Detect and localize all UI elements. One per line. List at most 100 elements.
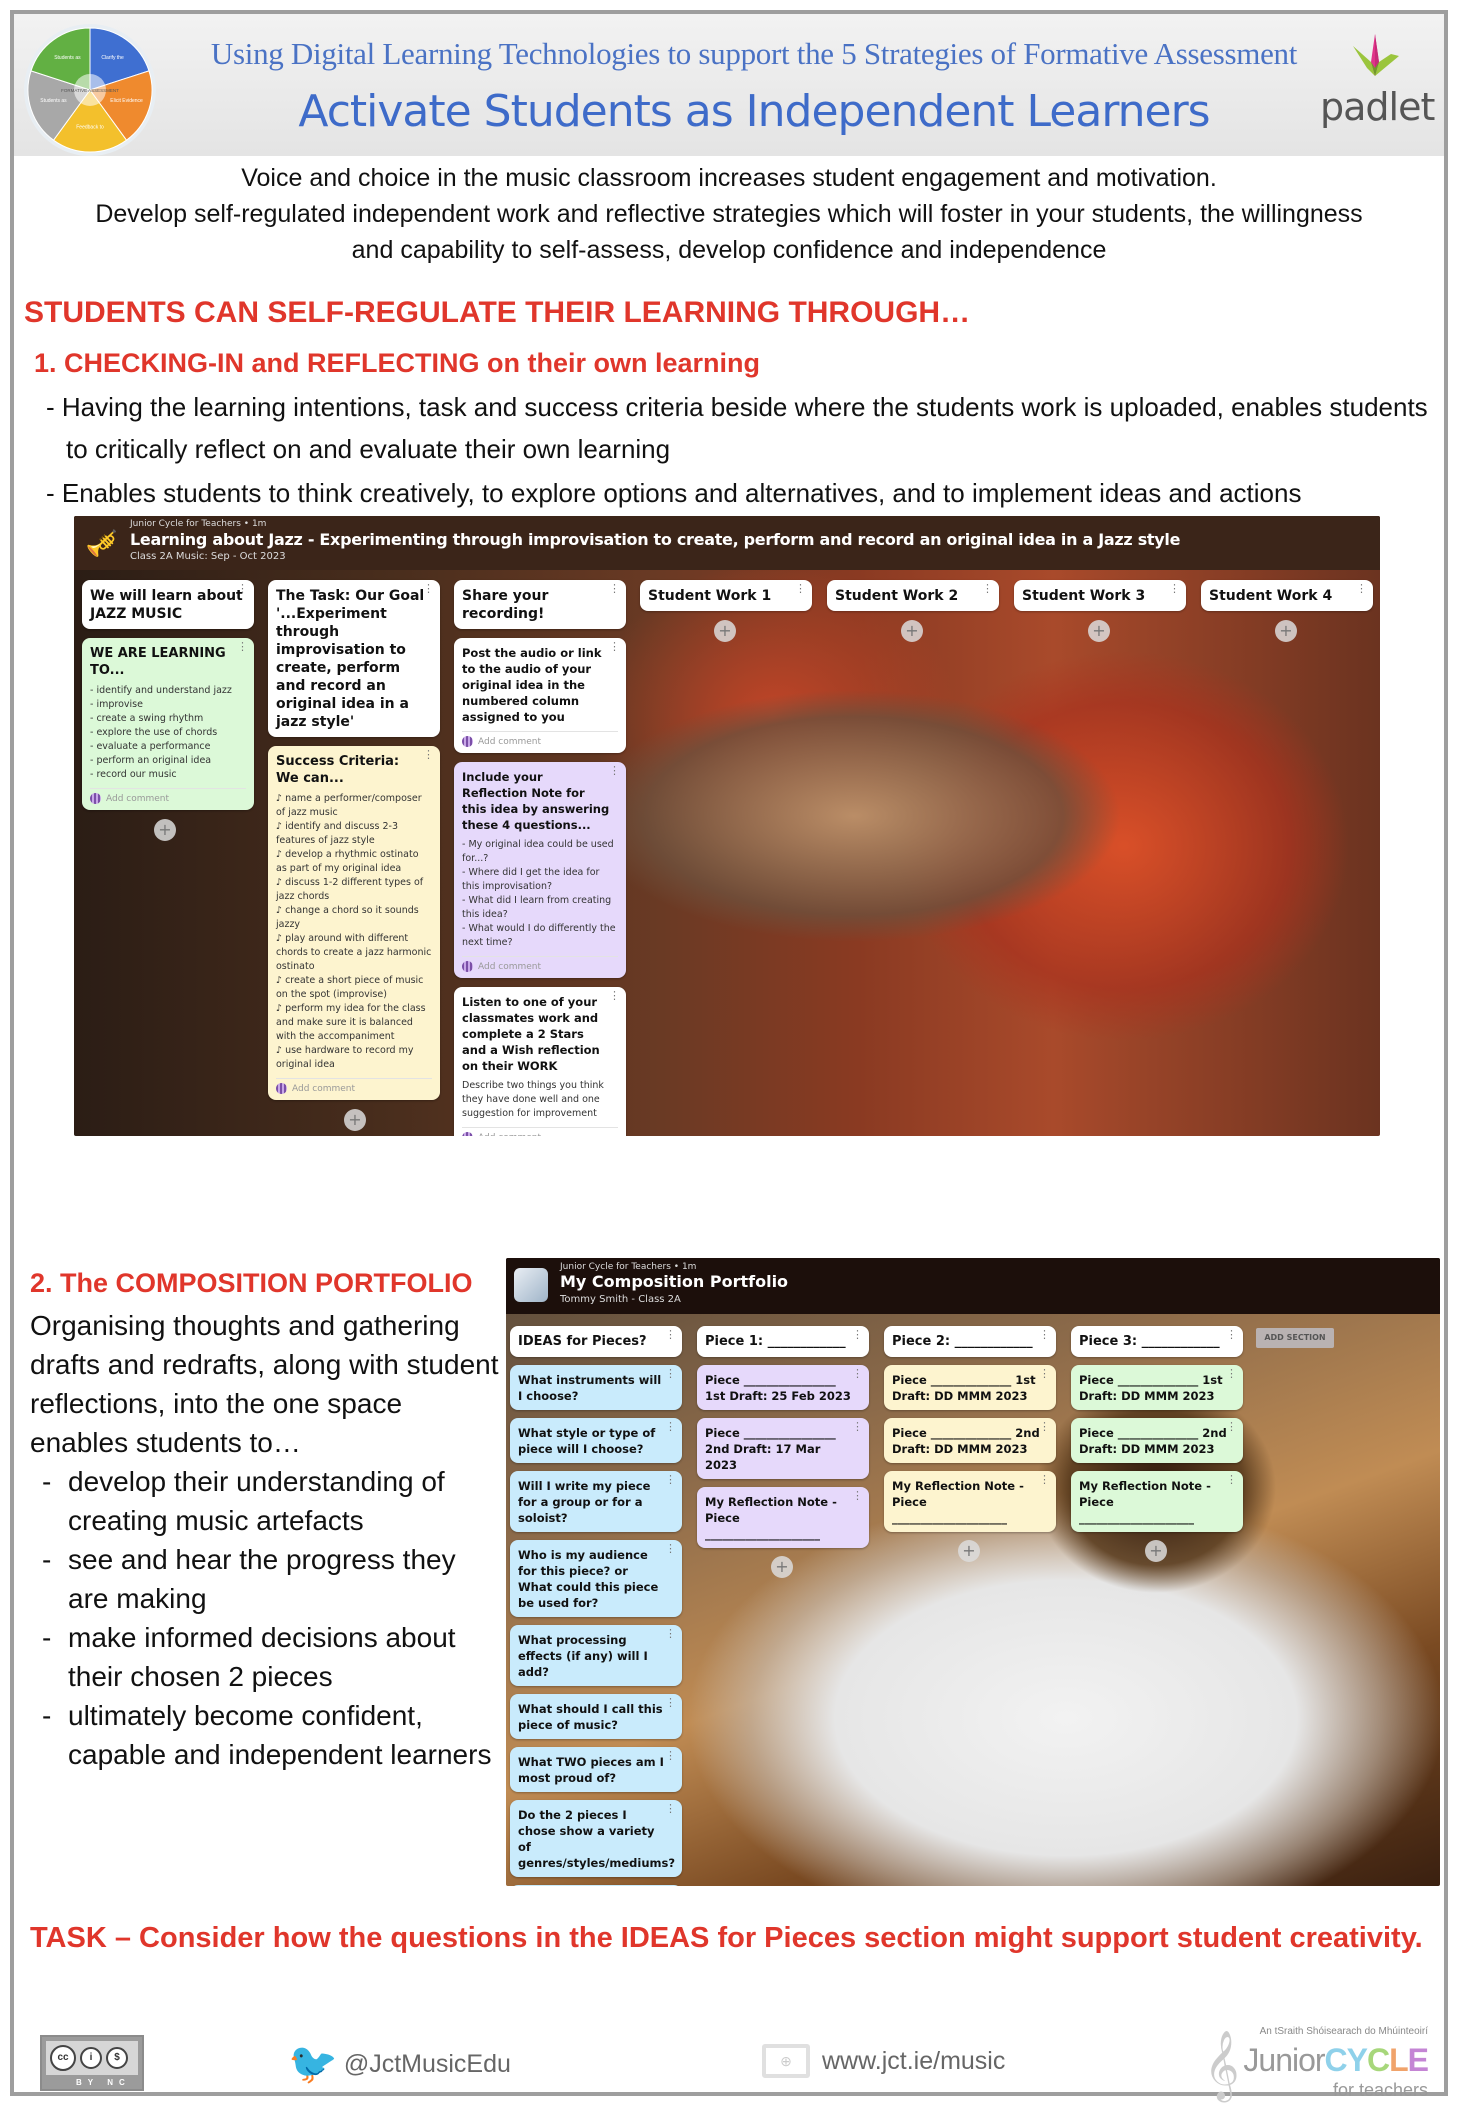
- more-options-icon[interactable]: ⋮: [1039, 1329, 1050, 1340]
- section-header-card[interactable]: ⋮ Student Work 4: [1201, 580, 1373, 611]
- post-card[interactable]: ⋮ Piece ______________ 2nd Draft: DD MMM …: [884, 1418, 1056, 1463]
- more-options-icon[interactable]: ⋮: [852, 1368, 863, 1379]
- junior-cycle-logo: 𝄞 An tSraith Shóisearach do Mhúinteoirí …: [1198, 2026, 1438, 2106]
- add-comment-button[interactable]: Add comment: [462, 731, 618, 747]
- more-options-icon[interactable]: ⋮: [665, 1543, 676, 1554]
- post-card[interactable]: ⋮ What should I call this piece of music?: [510, 1694, 682, 1739]
- post-card[interactable]: ⋮ Who is my audience for this piece? or W…: [510, 1540, 682, 1617]
- post-line: - My original idea could be used for...?: [462, 839, 614, 864]
- more-options-icon[interactable]: ⋮: [982, 583, 993, 594]
- more-options-icon[interactable]: ⋮: [609, 990, 620, 1001]
- add-post-button[interactable]: +: [714, 620, 736, 642]
- add-comment-button[interactable]: Add comment: [462, 956, 618, 972]
- add-comment-button[interactable]: Add comment: [462, 1127, 618, 1136]
- section-header-card[interactable]: ⋮ Student Work 1: [640, 580, 812, 611]
- section-header-card[interactable]: ⋮ The Task: Our Goal '...Experiment thro…: [268, 580, 440, 737]
- post-line: - What did I learn from creating this id…: [462, 895, 612, 920]
- section-header-card[interactable]: ⋮ Share your recording!: [454, 580, 626, 629]
- post-card[interactable]: ⋮ Piece ______________ 1st Draft: DD MMM …: [884, 1365, 1056, 1410]
- more-options-icon[interactable]: ⋮: [1169, 583, 1180, 594]
- more-options-icon[interactable]: ⋮: [852, 1329, 863, 1340]
- post-card[interactable]: ⋮ Listen to one of your classmates work …: [454, 987, 626, 1136]
- add-section-button[interactable]: ADD SECTION: [1256, 1328, 1334, 1348]
- more-options-icon[interactable]: ⋮: [665, 1697, 676, 1708]
- post-card[interactable]: ⋮ My Reflection Note - Piece ____________…: [1071, 1471, 1243, 1532]
- more-options-icon[interactable]: ⋮: [665, 1368, 676, 1379]
- twitter-handle[interactable]: 🐦 @JctMusicEdu: [288, 2044, 511, 2084]
- more-options-icon[interactable]: ⋮: [665, 1329, 676, 1340]
- more-options-icon[interactable]: ⋮: [665, 1421, 676, 1432]
- add-post-button[interactable]: +: [1145, 1540, 1167, 1562]
- section-header-card[interactable]: ⋮ Piece 2: ____________: [884, 1326, 1056, 1357]
- more-options-icon[interactable]: ⋮: [665, 1474, 676, 1485]
- section-header-card[interactable]: ⋮ Piece 1: ____________: [697, 1326, 869, 1357]
- more-options-icon[interactable]: ⋮: [423, 583, 434, 594]
- more-options-icon[interactable]: ⋮: [665, 1750, 676, 1761]
- post-title: Post the audio or link to the audio of y…: [462, 646, 602, 724]
- more-options-icon[interactable]: ⋮: [665, 1628, 676, 1639]
- more-options-icon[interactable]: ⋮: [609, 583, 620, 594]
- avatar: [462, 736, 473, 747]
- add-post-button[interactable]: +: [901, 620, 923, 642]
- add-post-button[interactable]: +: [1275, 620, 1297, 642]
- more-options-icon[interactable]: ⋮: [609, 765, 620, 776]
- post-card[interactable]: ⋮ What instruments will I choose?: [510, 1365, 682, 1410]
- more-options-icon[interactable]: ⋮: [665, 1803, 676, 1814]
- bullet-item: - develop their understanding of creating…: [42, 1466, 445, 1536]
- add-post-button[interactable]: +: [958, 1540, 980, 1562]
- more-options-icon[interactable]: ⋮: [1356, 583, 1367, 594]
- board-title[interactable]: Learning about Jazz - Experimenting thro…: [130, 530, 1180, 549]
- section-header-card[interactable]: ⋮ Piece 3: ____________: [1071, 1326, 1243, 1357]
- post-title: My Reflection Note - Piece _____________…: [892, 1479, 1024, 1525]
- add-post-button[interactable]: +: [771, 1556, 793, 1578]
- post-card[interactable]: ⋮ What processing effects (if any) will I…: [510, 1625, 682, 1686]
- post-card[interactable]: ⋮ My Reflection Note - Piece ____________…: [697, 1487, 869, 1548]
- more-options-icon[interactable]: ⋮: [1226, 1474, 1237, 1485]
- more-options-icon[interactable]: ⋮: [237, 641, 248, 652]
- section-header-card[interactable]: ⋮ Student Work 3: [1014, 580, 1186, 611]
- post-line: - improvise: [90, 699, 143, 710]
- post-card[interactable]: ⋮ Piece ______________ 2nd Draft: DD MMM …: [1071, 1418, 1243, 1463]
- add-post-button[interactable]: +: [344, 1109, 366, 1131]
- post-card[interactable]: ⋮ What TWO pieces am I most proud of?: [510, 1747, 682, 1792]
- post-card[interactable]: ⋮ Include your Reflection Note for this …: [454, 762, 626, 978]
- section-title: Student Work 1: [648, 588, 772, 604]
- post-card[interactable]: ⋮ Do the 2 pieces I chose show a variety …: [510, 1800, 682, 1877]
- post-card[interactable]: ⋮ My Reflection Note - Piece ____________…: [884, 1471, 1056, 1532]
- section-header-card[interactable]: ⋮ Student Work 2: [827, 580, 999, 611]
- website-link[interactable]: ⊕ www.jct.ie/music: [762, 2044, 1005, 2078]
- post-card[interactable]: ⋮ What style or type of piece will I choo…: [510, 1418, 682, 1463]
- bullet-item: - Enables students to think creatively, …: [46, 478, 1302, 508]
- more-options-icon[interactable]: ⋮: [1039, 1421, 1050, 1432]
- more-options-icon[interactable]: ⋮: [1039, 1474, 1050, 1485]
- header-subtitle: Using Digital Learning Technologies to s…: [210, 36, 1298, 71]
- padlet-board-composition-portfolio: Junior Cycle for Teachers • 1m My Compos…: [506, 1258, 1440, 1886]
- post-card[interactable]: ⋮ Post the audio or link to the audio of…: [454, 638, 626, 753]
- more-options-icon[interactable]: ⋮: [423, 749, 434, 760]
- add-comment-button[interactable]: Add comment: [90, 788, 246, 804]
- more-options-icon[interactable]: ⋮: [1039, 1368, 1050, 1379]
- more-options-icon[interactable]: ⋮: [1226, 1421, 1237, 1432]
- section1-heading: 1. CHECKING-IN and REFLECTING on their o…: [34, 348, 761, 378]
- post-card[interactable]: ⋮ Piece ________________ 1st Draft: 25 Fe…: [697, 1365, 869, 1410]
- section-header-card[interactable]: ⋮ IDEAS for Pieces?: [510, 1326, 682, 1357]
- post-card[interactable]: ⋮ Piece ______________ 1st Draft: DD MMM …: [1071, 1365, 1243, 1410]
- post-card[interactable]: ⋮ Success Criteria: We can... ♪ name a p…: [268, 746, 440, 1100]
- more-options-icon[interactable]: ⋮: [852, 1421, 863, 1432]
- add-post-button[interactable]: +: [1088, 620, 1110, 642]
- jct-junior: Junior: [1243, 2042, 1325, 2078]
- post-card[interactable]: ⋮ Piece ________________ 2nd Draft: 17 Ma…: [697, 1418, 869, 1479]
- more-options-icon[interactable]: ⋮: [1226, 1368, 1237, 1379]
- post-card[interactable]: ⋮ Will I write my piece for a group or fo…: [510, 1471, 682, 1532]
- post-card[interactable]: ⋮ WE ARE LEARNING TO... - identify and u…: [82, 638, 254, 810]
- add-post-button[interactable]: +: [154, 819, 176, 841]
- more-options-icon[interactable]: ⋮: [609, 641, 620, 652]
- post-card[interactable]: ⋮Have I included a REFLECTION NOTE for e…: [510, 1885, 682, 1886]
- more-options-icon[interactable]: ⋮: [795, 583, 806, 594]
- more-options-icon[interactable]: ⋮: [237, 583, 248, 594]
- more-options-icon[interactable]: ⋮: [1226, 1329, 1237, 1340]
- board-title[interactable]: My Composition Portfolio: [560, 1272, 788, 1291]
- section-header-card[interactable]: ⋮ We will learn about JAZZ MUSIC: [82, 580, 254, 629]
- add-comment-button[interactable]: Add comment: [276, 1078, 432, 1094]
- more-options-icon[interactable]: ⋮: [852, 1490, 863, 1501]
